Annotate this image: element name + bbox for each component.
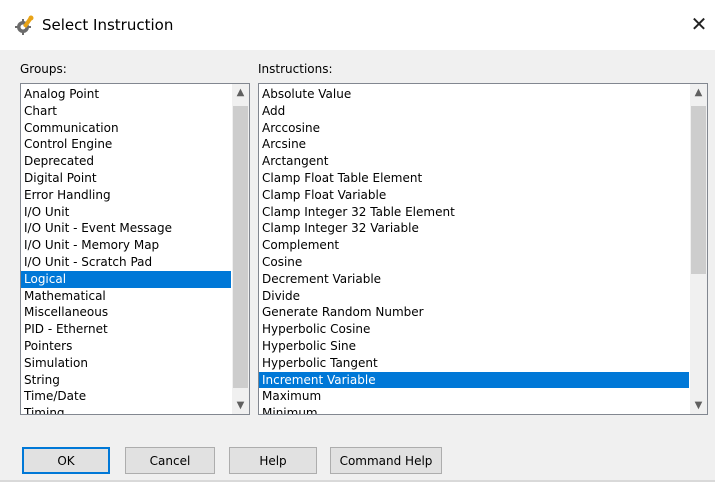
groups-list-item[interactable]: String — [21, 372, 231, 389]
instructions-list-item[interactable]: Hyperbolic Sine — [259, 338, 689, 355]
groups-list-item[interactable]: Time/Date — [21, 388, 231, 405]
instructions-list-item[interactable]: Absolute Value — [259, 86, 689, 103]
cancel-button[interactable]: Cancel — [125, 447, 215, 474]
instructions-list-item[interactable]: Clamp Integer 32 Table Element — [259, 204, 689, 221]
command-help-button[interactable]: Command Help — [330, 447, 442, 474]
chevron-up-icon[interactable]: ▲ — [232, 84, 249, 101]
help-button[interactable]: Help — [229, 447, 317, 474]
groups-list-item[interactable]: Error Handling — [21, 187, 231, 204]
chevron-down-icon[interactable]: ▼ — [232, 397, 249, 414]
groups-list-item[interactable]: I/O Unit - Memory Map — [21, 237, 231, 254]
instructions-list-item[interactable]: Clamp Float Table Element — [259, 170, 689, 187]
groups-listbox[interactable]: Analog Point Chart Communication Control En… — [20, 83, 250, 415]
instructions-list-item[interactable]: Clamp Integer 32 Variable — [259, 220, 689, 237]
groups-scroll-thumb[interactable] — [233, 106, 248, 388]
groups-list-item[interactable]: PID - Ethernet — [21, 321, 231, 338]
instructions-list-item[interactable]: Increment Variable — [259, 371, 689, 389]
title-bar: Select Instruction ✕ — [0, 0, 715, 50]
groups-list-item[interactable]: I/O Unit — [21, 204, 231, 221]
groups-list-item[interactable]: Simulation — [21, 355, 231, 372]
groups-label: Groups: — [20, 62, 67, 76]
instructions-list-item[interactable]: Hyperbolic Tangent — [259, 355, 689, 372]
groups-list-item[interactable]: Miscellaneous — [21, 304, 231, 321]
window-title: Select Instruction — [42, 16, 174, 34]
groups-list-item[interactable]: Digital Point — [21, 170, 231, 187]
groups-list-item[interactable]: Deprecated — [21, 153, 231, 170]
instructions-list-item[interactable]: Generate Random Number — [259, 304, 689, 321]
gear-wrench-icon — [15, 15, 34, 35]
groups-list[interactable]: Analog Point Chart Communication Control En… — [21, 86, 231, 414]
groups-list-item[interactable]: Mathematical — [21, 288, 231, 305]
instructions-label: Instructions: — [258, 62, 333, 76]
instructions-list-item[interactable]: Minimum — [259, 405, 689, 414]
close-button[interactable]: ✕ — [686, 10, 712, 38]
ok-button[interactable]: OK — [22, 447, 110, 474]
groups-list-item[interactable]: I/O Unit - Scratch Pad — [21, 254, 231, 271]
instructions-list-item[interactable]: Clamp Float Variable — [259, 187, 689, 204]
instructions-list-item[interactable]: Maximum — [259, 388, 689, 405]
instructions-list-item[interactable]: Arcsine — [259, 136, 689, 153]
groups-list-item[interactable]: Logical — [21, 270, 231, 288]
groups-list-item[interactable]: Chart — [21, 103, 231, 120]
instructions-list-item[interactable]: Arccosine — [259, 120, 689, 137]
instructions-list-item[interactable]: Arctangent — [259, 153, 689, 170]
instructions-list-item[interactable]: Decrement Variable — [259, 271, 689, 288]
chevron-down-icon[interactable]: ▼ — [690, 397, 707, 414]
instructions-list-item[interactable]: Cosine — [259, 254, 689, 271]
groups-list-item[interactable]: Pointers — [21, 338, 231, 355]
groups-list-item[interactable]: I/O Unit - Event Message — [21, 220, 231, 237]
instructions-list-item[interactable]: Add — [259, 103, 689, 120]
instructions-list-item[interactable]: Hyperbolic Cosine — [259, 321, 689, 338]
groups-list-item[interactable]: Communication — [21, 120, 231, 137]
groups-list-item[interactable]: Control Engine — [21, 136, 231, 153]
instructions-list[interactable]: Absolute Value Add Arccosine Arcsine Arctang… — [259, 86, 689, 414]
groups-list-item[interactable]: Analog Point — [21, 86, 231, 103]
chevron-up-icon[interactable]: ▲ — [690, 84, 707, 101]
instructions-scroll-thumb[interactable] — [691, 106, 706, 274]
instructions-list-item[interactable]: Divide — [259, 288, 689, 305]
groups-list-item[interactable]: Timing — [21, 405, 231, 414]
groups-scrollbar[interactable]: ▲ ▼ — [232, 84, 249, 414]
instructions-scrollbar[interactable]: ▲ ▼ — [690, 84, 707, 414]
instructions-list-item[interactable]: Complement — [259, 237, 689, 254]
instructions-listbox[interactable]: Absolute Value Add Arccosine Arcsine Arctang… — [258, 83, 708, 415]
